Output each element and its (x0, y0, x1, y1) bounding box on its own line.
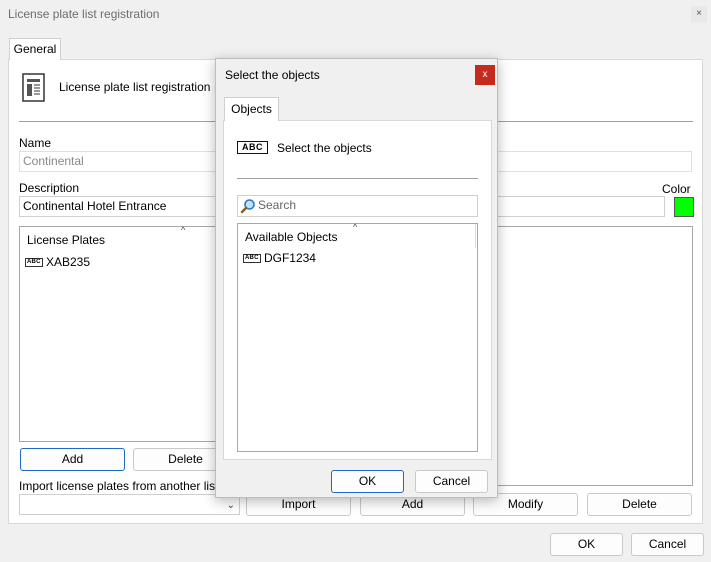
select-objects-dialog: Select the objects x Objects ABC Select … (215, 58, 498, 498)
license-plate-icon: ABC (25, 258, 43, 268)
window-close-button[interactable]: × (691, 6, 707, 22)
abc-header-icon: ABC (237, 139, 268, 154)
search-icon (240, 198, 256, 220)
list-document-icon (21, 73, 47, 103)
chevron-down-icon: ⌄ (226, 500, 235, 511)
objects-panel: ABC Select the objects Search ^ Availabl… (223, 120, 492, 460)
dialog-close-button[interactable]: x (475, 65, 495, 85)
dialog-header-label: Select the objects (277, 141, 372, 155)
list-item[interactable]: ABC DGF1234 (243, 251, 316, 265)
sort-arrow-icon[interactable]: ^ (353, 222, 357, 232)
dialog-ok-button[interactable]: OK (331, 470, 404, 493)
name-label: Name (19, 136, 52, 150)
objects-list[interactable] (490, 226, 693, 486)
color-label: Color (662, 182, 691, 196)
add-plate-button[interactable]: Add (20, 448, 125, 471)
window-title: License plate list registration (8, 7, 160, 21)
license-plate-icon: ABC (243, 254, 261, 264)
available-objects-list[interactable]: ^ Available Objects ABC DGF1234 (237, 222, 478, 452)
import-label: Import license plates from another list (19, 479, 219, 493)
ok-button[interactable]: OK (550, 533, 623, 556)
search-input[interactable]: Search (237, 195, 478, 217)
dialog-cancel-button[interactable]: Cancel (415, 470, 488, 493)
header-label: License plate list registration (59, 80, 211, 94)
search-placeholder: Search (258, 198, 297, 212)
tab-general[interactable]: General (9, 38, 61, 60)
cancel-button[interactable]: Cancel (631, 533, 704, 556)
import-list-select[interactable]: ⌄ (19, 494, 240, 515)
sort-arrow-icon[interactable]: ^ (181, 225, 185, 235)
license-plates-list[interactable]: ^ License Plates ABC XAB235 (19, 225, 222, 442)
dialog-title: Select the objects (225, 68, 320, 82)
license-plates-header[interactable]: License Plates (27, 233, 105, 247)
color-swatch[interactable] (674, 197, 694, 217)
description-label: Description (19, 181, 80, 195)
available-objects-header[interactable]: Available Objects (245, 230, 338, 244)
tab-objects[interactable]: Objects (224, 97, 279, 121)
column-divider (475, 224, 476, 248)
delete-object-button[interactable]: Delete (587, 493, 692, 516)
list-item[interactable]: ABC XAB235 (25, 255, 90, 269)
dialog-header-divider (237, 178, 478, 179)
